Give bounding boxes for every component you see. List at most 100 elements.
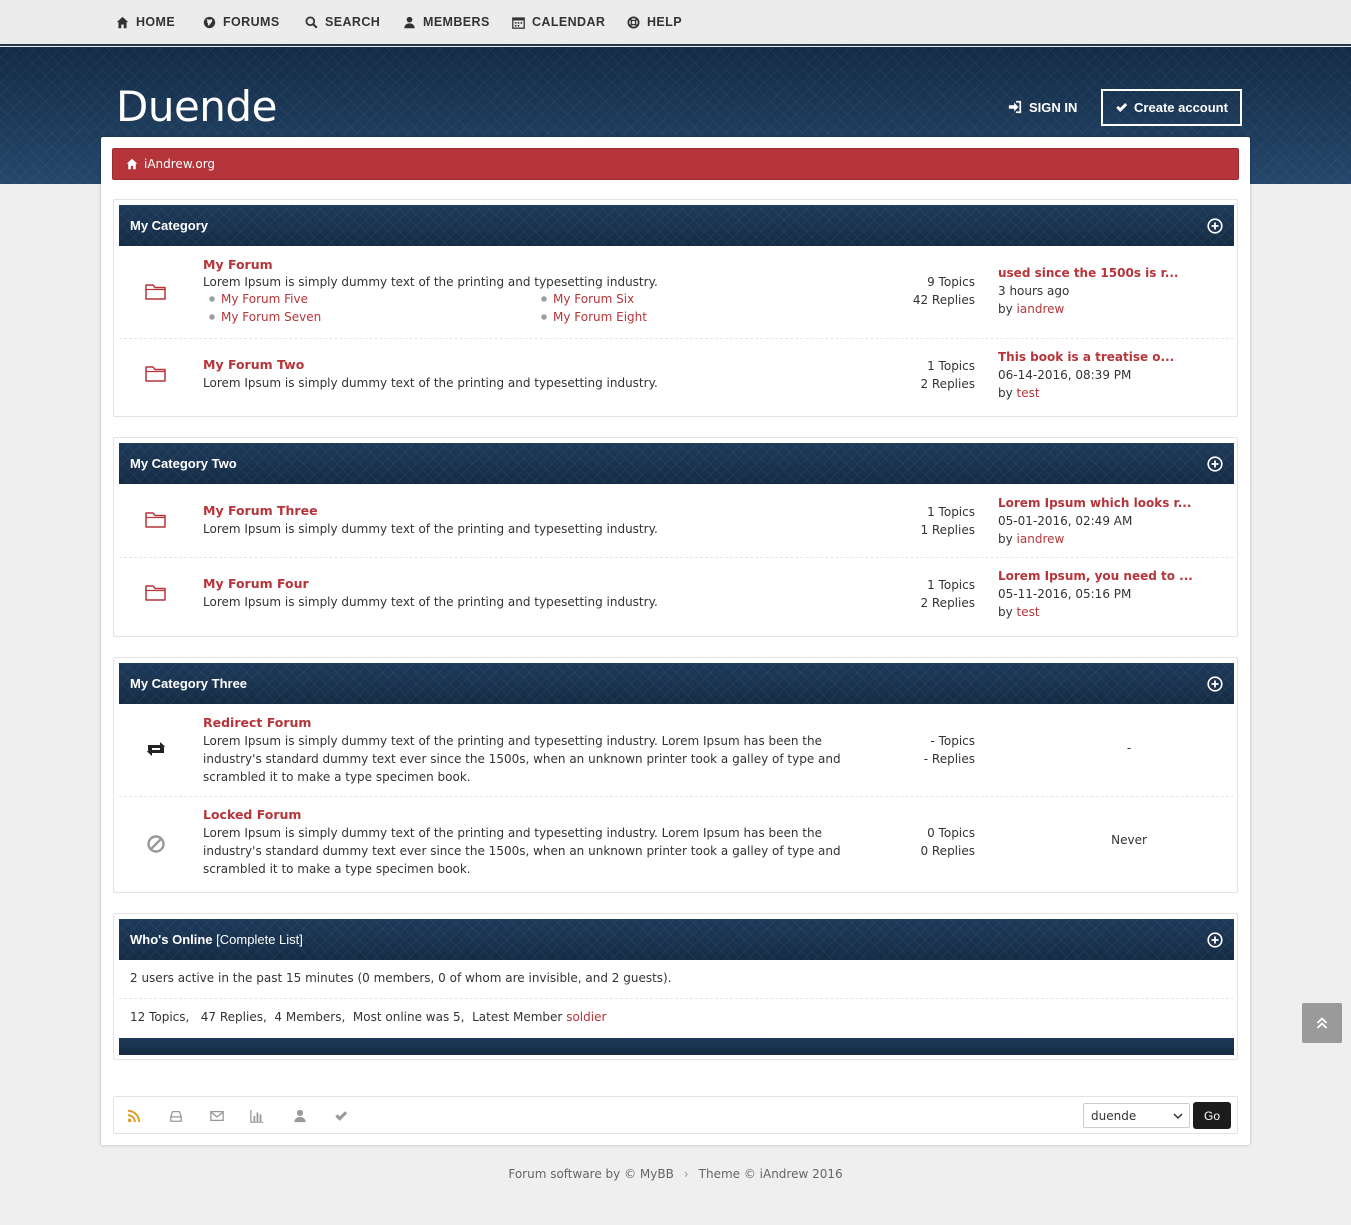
- last-post-title[interactable]: used since the 1500s is r...: [998, 264, 1178, 282]
- expand-toggle-icon[interactable]: [1207, 218, 1223, 234]
- theme-credit: Theme © iAndrew 2016: [698, 1167, 843, 1181]
- expand-toggle-icon[interactable]: [1207, 456, 1223, 472]
- category-title[interactable]: My Category Three: [130, 676, 247, 691]
- forum-description: Lorem Ipsum is simply dummy text of the …: [203, 826, 841, 876]
- category-title[interactable]: My Category Two: [130, 456, 237, 471]
- last-post: used since the 1500s is r... 3 hours ago…: [998, 264, 1178, 318]
- forum-name[interactable]: My Forum Two: [203, 357, 304, 372]
- forum-row: Locked Forum Lorem Ipsum is simply dummy…: [119, 796, 1234, 890]
- last-post-title[interactable]: This book is a treatise o...: [998, 348, 1174, 366]
- check-icon[interactable]: [334, 1109, 348, 1123]
- nav-forums[interactable]: FORUMS: [203, 12, 280, 32]
- forum-description: Lorem Ipsum is simply dummy text of the …: [203, 734, 841, 784]
- whos-online-header: Who's Online [Complete List]: [119, 919, 1234, 960]
- expand-toggle-icon[interactable]: [1207, 932, 1223, 948]
- theme-select[interactable]: duende: [1083, 1103, 1190, 1128]
- folder-icon: [145, 284, 166, 300]
- nav-calendar[interactable]: CALENDAR: [512, 12, 605, 32]
- nav-members[interactable]: MEMBERS: [403, 12, 490, 32]
- mybb-link[interactable]: Forum software by © MyBB: [508, 1167, 673, 1181]
- subforum-bullet-icon: [209, 313, 215, 320]
- whos-online-link[interactable]: Who's Online: [130, 932, 213, 947]
- forum-name[interactable]: Redirect Forum: [203, 715, 311, 730]
- last-post-by: by: [998, 302, 1013, 316]
- forum-row: My Forum Three Lorem Ipsum is simply dum…: [119, 485, 1234, 557]
- user-icon[interactable]: [293, 1109, 307, 1123]
- nav-home[interactable]: HOME: [116, 12, 175, 32]
- forum-stats: 1 Topics 2 Replies: [920, 576, 975, 612]
- topic-count: 1 Topics: [927, 505, 975, 519]
- category-panel: My Category My Forum Lorem Ipsum is simp…: [113, 199, 1238, 417]
- rss-icon[interactable]: [127, 1109, 141, 1123]
- chevron-down-icon: [1173, 1113, 1183, 1120]
- latest-member-link[interactable]: soldier: [566, 1010, 606, 1024]
- subforum-link[interactable]: My Forum Eight: [541, 310, 647, 324]
- reply-count: 2 Replies: [920, 596, 975, 610]
- folder-icon: [145, 366, 166, 382]
- back-to-top-button[interactable]: [1302, 1003, 1342, 1043]
- category-header: My Category Two: [119, 443, 1234, 484]
- subforum-bullet-icon: [209, 295, 215, 302]
- forum-stats: 1 Topics 1 Replies: [920, 503, 975, 539]
- top-navigation: HOME FORUMS SEARCH MEMBERS CALENDAR HELP: [0, 0, 1351, 46]
- go-button[interactable]: Go: [1193, 1102, 1231, 1129]
- create-account-button[interactable]: Create account: [1101, 89, 1242, 126]
- nav-help[interactable]: HELP: [627, 12, 682, 32]
- forum-name[interactable]: My Forum Four: [203, 576, 309, 591]
- site-logo[interactable]: Duende: [116, 82, 277, 131]
- category-title[interactable]: My Category: [130, 218, 208, 233]
- category-header: My Category Three: [119, 663, 1234, 704]
- subforum-link[interactable]: My Forum Seven: [209, 310, 321, 324]
- nav-search[interactable]: SEARCH: [305, 12, 380, 32]
- forum-name[interactable]: Locked Forum: [203, 807, 301, 822]
- forum-description: Lorem Ipsum is simply dummy text of the …: [203, 595, 658, 609]
- last-post-user[interactable]: test: [1017, 386, 1040, 400]
- complete-list-link[interactable]: [Complete List]: [216, 932, 303, 947]
- redirect-icon: [147, 742, 165, 756]
- forum-stats: - Topics - Replies: [924, 732, 975, 768]
- whos-online-panel: Who's Online [Complete List] 2 users act…: [113, 913, 1238, 1060]
- last-post: Lorem Ipsum which looks r... 05-01-2016,…: [998, 494, 1191, 548]
- forum-description: Lorem Ipsum is simply dummy text of the …: [203, 275, 658, 289]
- home-icon: [116, 16, 129, 28]
- globe-icon: [203, 16, 216, 28]
- reply-count: 0 Replies: [920, 844, 975, 858]
- forum-row: My Forum Four Lorem Ipsum is simply dumm…: [119, 557, 1234, 635]
- board-stats: 12 Topics, 47 Replies, 4 Members, Most o…: [130, 1010, 606, 1024]
- last-post: -: [1126, 741, 1132, 755]
- last-post-user[interactable]: iandrew: [1017, 302, 1065, 316]
- forum-stats: 1 Topics 2 Replies: [920, 357, 975, 393]
- forum-row: My Forum Lorem Ipsum is simply dummy tex…: [119, 247, 1234, 339]
- calendar-icon: [512, 16, 525, 29]
- sign-in-icon: [1008, 100, 1022, 114]
- sign-in-link[interactable]: SIGN IN: [1008, 97, 1077, 117]
- panel-footer-bar: [119, 1038, 1234, 1055]
- stats-icon[interactable]: [250, 1109, 264, 1123]
- reply-count: 42 Replies: [912, 293, 975, 307]
- last-post-time: 05-01-2016, 02:49 AM: [998, 514, 1133, 528]
- envelope-icon[interactable]: [210, 1109, 224, 1123]
- last-post-user[interactable]: iandrew: [1017, 532, 1065, 546]
- user-icon: [404, 16, 415, 28]
- subforum-link[interactable]: My Forum Six: [541, 292, 634, 306]
- double-chevron-up-icon: [1316, 1017, 1328, 1029]
- last-post-title[interactable]: Lorem Ipsum which looks r...: [998, 494, 1191, 512]
- board-stats-text: 12 Topics, 47 Replies, 4 Members, Most o…: [130, 1010, 563, 1024]
- topic-count: - Topics: [930, 734, 975, 748]
- last-post-time: 06-14-2016, 08:39 PM: [998, 368, 1132, 382]
- reply-count: 1 Replies: [920, 523, 975, 537]
- forum-name[interactable]: My Forum Three: [203, 503, 318, 518]
- last-post-title[interactable]: Lorem Ipsum, you need to ...: [998, 567, 1193, 585]
- subforum-bullet-icon: [541, 295, 547, 302]
- archive-icon[interactable]: [169, 1109, 183, 1123]
- separator: ›: [683, 1167, 689, 1181]
- last-post-user[interactable]: test: [1017, 605, 1040, 619]
- last-post: Never: [1111, 833, 1147, 847]
- online-users-text: 2 users active in the past 15 minutes (0…: [130, 971, 672, 985]
- expand-toggle-icon[interactable]: [1207, 676, 1223, 692]
- breadcrumb[interactable]: iAndrew.org: [112, 148, 1239, 180]
- subforum-link[interactable]: My Forum Five: [209, 292, 308, 306]
- last-post-time: 3 hours ago: [998, 284, 1070, 298]
- locked-icon: [147, 835, 165, 853]
- forum-name[interactable]: My Forum: [203, 257, 273, 272]
